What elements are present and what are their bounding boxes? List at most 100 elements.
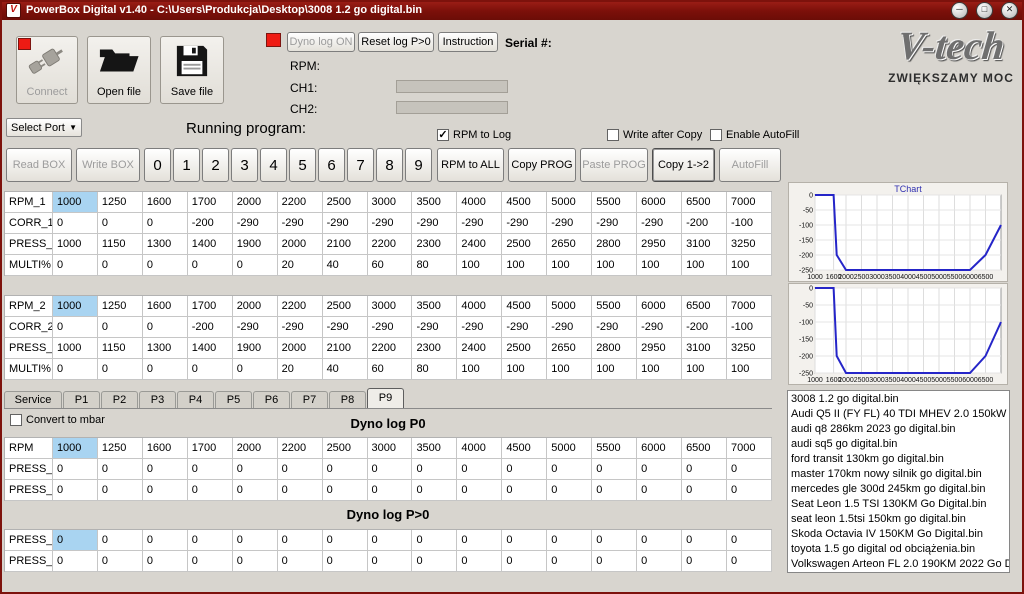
table-cell[interactable]: -290 [323,317,368,338]
table-cell[interactable]: 4000 [457,438,502,459]
table-cell[interactable]: -290 [637,213,682,234]
table-cell[interactable]: -200 [188,213,233,234]
table-cell[interactable]: 5000 [547,438,592,459]
table-cell[interactable]: 4000 [457,296,502,317]
table-cell[interactable]: -290 [502,213,547,234]
digit-button-9[interactable]: 9 [405,148,432,182]
maximize-button[interactable]: □ [976,2,993,19]
table-cell[interactable]: 0 [323,551,368,572]
table-cell[interactable]: 0 [412,551,457,572]
table-cell[interactable]: -290 [278,213,323,234]
table-cell[interactable]: 3000 [368,192,413,213]
table-cell[interactable]: 3500 [412,296,457,317]
table-cell[interactable]: 0 [368,480,413,501]
digit-button-1[interactable]: 1 [173,148,200,182]
table-cell[interactable]: 0 [682,459,727,480]
file-list-item[interactable]: Seat Leon 1.5 TSI 130KM Go Digital.bin [791,497,1009,512]
table-cell[interactable]: 2000 [233,438,278,459]
table-cell[interactable]: 5500 [592,438,637,459]
file-list-item[interactable]: audi sq5 go digital.bin [791,437,1009,452]
table-cell[interactable]: 2100 [323,234,368,255]
table-cell[interactable]: -290 [323,213,368,234]
file-list-item[interactable]: master 170km nowy silnik go digital.bin [791,467,1009,482]
table-cell[interactable]: 1000 [53,234,98,255]
table-cell[interactable]: 0 [412,480,457,501]
table-cell[interactable]: 0 [143,359,188,380]
table-cell[interactable]: 2400 [457,338,502,359]
table-cell[interactable]: 1700 [188,296,233,317]
dyno-log-on-button[interactable]: Dyno log ON [287,32,355,52]
table-cell[interactable]: 1300 [143,234,188,255]
table-cell[interactable]: 0 [143,530,188,551]
select-port-dropdown[interactable]: Select Port ▼ [6,118,82,137]
table-cell[interactable]: 100 [592,255,637,276]
table-cell[interactable]: 100 [727,255,772,276]
digit-button-7[interactable]: 7 [347,148,374,182]
table-cell[interactable]: -290 [502,317,547,338]
table-cell[interactable]: 100 [727,359,772,380]
tab-p5[interactable]: P5 [215,391,252,408]
table-cell[interactable]: 40 [323,255,368,276]
table-cell[interactable]: 40 [323,359,368,380]
digit-button-2[interactable]: 2 [202,148,229,182]
tab-p9[interactable]: P9 [367,388,404,408]
table-cell[interactable]: 1250 [98,438,143,459]
table-cell[interactable]: 2950 [637,234,682,255]
table-cell[interactable]: 0 [143,317,188,338]
table-cell[interactable]: 0 [727,551,772,572]
file-list-item[interactable]: seat leon 1.5tsi 150km go digital.bin [791,512,1009,527]
table-cell[interactable]: 2650 [547,338,592,359]
table-cell[interactable]: 100 [457,359,502,380]
table-cell[interactable]: 0 [323,530,368,551]
table-cell[interactable]: 0 [368,551,413,572]
table-cell[interactable]: 0 [592,459,637,480]
table-cell[interactable]: 5500 [592,296,637,317]
table-cell[interactable]: 0 [547,480,592,501]
table-cell[interactable]: 0 [592,551,637,572]
table-cell[interactable]: 0 [457,480,502,501]
table-cell[interactable]: 100 [457,255,502,276]
save-file-button[interactable]: Save file [160,36,224,104]
table-cell[interactable]: 0 [98,317,143,338]
digit-button-3[interactable]: 3 [231,148,258,182]
table-cell[interactable]: 4500 [502,438,547,459]
minimize-button[interactable]: ─ [951,2,968,19]
table-cell[interactable]: 0 [98,551,143,572]
table-cell[interactable]: 2200 [278,438,323,459]
table-cell[interactable]: 0 [98,480,143,501]
table-cell[interactable]: 2100 [323,338,368,359]
table-cell[interactable]: 0 [682,530,727,551]
table-cell[interactable]: 0 [188,480,233,501]
tab-p1[interactable]: P1 [63,391,100,408]
table-cell[interactable]: 1600 [143,438,188,459]
table-cell[interactable]: 2500 [323,192,368,213]
table-cell[interactable]: 0 [278,530,323,551]
table-cell[interactable]: 0 [637,551,682,572]
paste-prog-button[interactable]: Paste PROG [580,148,648,182]
table-cell[interactable]: 0 [323,480,368,501]
table-cell[interactable]: -290 [368,213,413,234]
table-cell[interactable]: 0 [98,359,143,380]
file-list-item[interactable]: Volkswagen Arteon FL 2.0 190KM 2022 Go D… [791,557,1009,572]
table-cell[interactable]: 2200 [278,192,323,213]
enable-autofill-checkbox[interactable]: Enable AutoFill [710,129,799,141]
table-cell[interactable]: 6000 [637,438,682,459]
table-cell[interactable]: 0 [457,551,502,572]
tab-p3[interactable]: P3 [139,391,176,408]
table-cell[interactable]: 0 [188,459,233,480]
table-cell[interactable]: 0 [368,530,413,551]
table-cell[interactable]: 3000 [368,438,413,459]
checkbox-box[interactable] [607,129,619,141]
table-cell[interactable]: 1600 [143,296,188,317]
table-cell[interactable]: 0 [682,551,727,572]
table-cell[interactable]: 1700 [188,438,233,459]
table-cell[interactable]: -290 [547,317,592,338]
table-cell[interactable]: 4500 [502,296,547,317]
table-cell[interactable]: 2500 [323,296,368,317]
autofill-button[interactable]: AutoFill [719,148,781,182]
table-cell[interactable]: 2500 [502,234,547,255]
table-cell[interactable]: 6500 [682,192,727,213]
file-list-item[interactable]: mercedes gle 300d 245km go digital.bin [791,482,1009,497]
table-cell[interactable]: -290 [278,317,323,338]
table-cell[interactable]: 2000 [233,296,278,317]
